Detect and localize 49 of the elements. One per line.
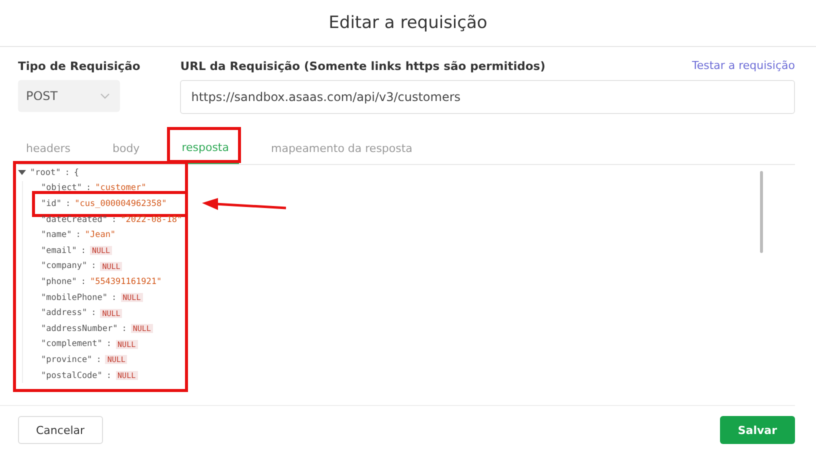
dialog-title: Editar a requisição bbox=[328, 13, 488, 33]
json-key: "phone" bbox=[41, 276, 77, 287]
expand-caret-icon[interactable] bbox=[18, 168, 26, 177]
colon: : bbox=[86, 183, 92, 194]
json-key: "email" bbox=[41, 246, 77, 256]
json-key: "company" bbox=[41, 261, 88, 272]
json-value: "2022-08-18" bbox=[120, 214, 182, 225]
tab[interactable]: resposta bbox=[172, 132, 239, 164]
field-label: URL da Requisição (Somente links https são permitidos) bbox=[180, 59, 546, 74]
brace: { bbox=[74, 168, 79, 178]
json-key: "object" bbox=[41, 183, 82, 194]
json-key: "address" bbox=[41, 308, 88, 318]
colon: : bbox=[106, 370, 112, 381]
json-key: "name" bbox=[41, 230, 72, 240]
colon: : bbox=[76, 230, 81, 240]
colon: : bbox=[96, 354, 102, 365]
json-key: "root" bbox=[30, 168, 61, 178]
colon: : bbox=[91, 261, 96, 272]
colon: : bbox=[112, 292, 117, 303]
scrollbar[interactable] bbox=[760, 171, 763, 253]
json-value: "Jean" bbox=[84, 230, 116, 240]
tab[interactable]: headers bbox=[18, 132, 80, 164]
colon: : bbox=[65, 198, 71, 209]
tab[interactable]: body bbox=[102, 132, 150, 164]
request-type-select[interactable]: POST bbox=[18, 80, 120, 112]
colon: : bbox=[122, 324, 127, 334]
test-request-link[interactable]: Testar a requisição bbox=[692, 59, 795, 74]
save-button[interactable]: Salvar bbox=[720, 416, 795, 444]
json-key: "province" bbox=[41, 354, 92, 365]
json-key: "complement" bbox=[41, 339, 102, 350]
json-key: "postalCode" bbox=[41, 370, 102, 381]
json-key: "dateCreated" bbox=[41, 214, 108, 225]
cancel-button[interactable]: Cancelar bbox=[18, 416, 103, 444]
colon: : bbox=[112, 214, 117, 225]
tab[interactable]: mapeamento da resposta bbox=[260, 132, 422, 164]
chevron-down-icon bbox=[100, 93, 110, 99]
json-value: "cus_000004962358" bbox=[74, 198, 167, 209]
colon: : bbox=[91, 308, 96, 318]
json-key: "mobilePhone" bbox=[41, 292, 108, 303]
json-value: "customer" bbox=[95, 183, 146, 194]
field-label: Tipo de Requisição bbox=[18, 59, 140, 74]
url-input[interactable]: https://sandbox.asaas.com/api/v3/customers bbox=[180, 80, 795, 114]
colon: : bbox=[64, 168, 70, 178]
colon: : bbox=[80, 276, 86, 287]
colon: : bbox=[80, 246, 86, 256]
colon: : bbox=[106, 339, 112, 350]
json-key: "id" bbox=[41, 198, 62, 209]
json-value: "554391161921" bbox=[90, 276, 162, 287]
json-key: "addressNumber" bbox=[41, 324, 118, 334]
